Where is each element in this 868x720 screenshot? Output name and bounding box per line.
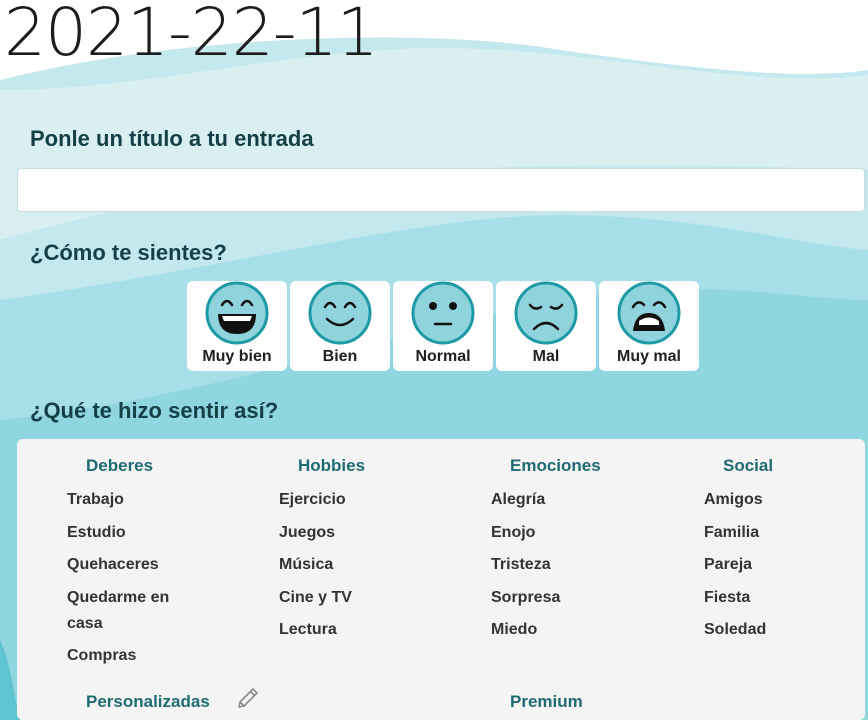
- reason-item[interactable]: Fiesta: [704, 585, 834, 611]
- reason-item[interactable]: Música: [279, 552, 409, 578]
- reason-item[interactable]: Estudio: [67, 520, 197, 546]
- entry-date: 2021-22-11: [4, 0, 379, 71]
- very-sad-face-icon: [617, 281, 681, 345]
- neutral-face-icon: [411, 281, 475, 345]
- reason-item[interactable]: Amigos: [704, 487, 834, 513]
- reason-item[interactable]: Pareja: [704, 552, 834, 578]
- mood-label: Mal: [532, 348, 560, 365]
- reason-item[interactable]: Tristeza: [491, 552, 621, 578]
- category-items: Ejercicio Juegos Música Cine y TV Lectur…: [279, 487, 409, 650]
- mood-very-bad[interactable]: Muy mal: [599, 281, 699, 371]
- title-input[interactable]: [17, 168, 865, 212]
- category-title: Deberes: [86, 456, 154, 475]
- reason-item[interactable]: Juegos: [279, 520, 409, 546]
- reason-item[interactable]: Miedo: [491, 617, 621, 643]
- category-items: Amigos Familia Pareja Fiesta Soledad: [704, 487, 834, 650]
- reason-item[interactable]: Enojo: [491, 520, 621, 546]
- reason-item[interactable]: Trabajo: [67, 487, 197, 513]
- category-items: Trabajo Estudio Quehaceres Quedarme en c…: [67, 487, 197, 676]
- reason-item[interactable]: Quedarme en casa: [67, 585, 197, 637]
- reason-item[interactable]: Lectura: [279, 617, 409, 643]
- mood-normal[interactable]: Normal: [393, 281, 493, 371]
- reason-item[interactable]: Alegría: [491, 487, 621, 513]
- category-title: Social: [723, 456, 774, 475]
- reason-item[interactable]: Familia: [704, 520, 834, 546]
- mood-label: Muy bien: [202, 348, 272, 365]
- smile-face-icon: [308, 281, 372, 345]
- mood-label: Muy mal: [616, 348, 681, 365]
- mood-heading: ¿Cómo te sientes?: [30, 240, 227, 265]
- pencil-icon[interactable]: [235, 685, 261, 711]
- mood-label: Normal: [415, 348, 471, 365]
- mood-very-good[interactable]: Muy bien: [187, 281, 287, 371]
- mood-label: Bien: [322, 348, 358, 365]
- reasons-heading: ¿Qué te hizo sentir así?: [30, 398, 279, 423]
- premium-category-title: Premium: [510, 692, 583, 711]
- category-title: Emociones: [510, 456, 601, 475]
- reason-item[interactable]: Sorpresa: [491, 585, 621, 611]
- mood-selector: Muy bien Bien Normal Mal Muy mal: [187, 281, 699, 371]
- custom-category-title: Personalizadas: [86, 692, 210, 711]
- reason-item[interactable]: Quehaceres: [67, 552, 197, 578]
- reason-item[interactable]: Ejercicio: [279, 487, 409, 513]
- reasons-panel: Deberes Trabajo Estudio Quehaceres Queda…: [17, 439, 865, 720]
- title-heading: Ponle un título a tu entrada: [30, 126, 314, 151]
- mood-bad[interactable]: Mal: [496, 281, 596, 371]
- very-happy-face-icon: [205, 281, 269, 345]
- reason-item[interactable]: Soledad: [704, 617, 834, 643]
- category-items: Alegría Enojo Tristeza Sorpresa Miedo: [491, 487, 621, 650]
- reason-item[interactable]: Compras: [67, 643, 197, 669]
- reason-item[interactable]: Cine y TV: [279, 585, 409, 611]
- mood-good[interactable]: Bien: [290, 281, 390, 371]
- sad-face-icon: [514, 281, 578, 345]
- category-title: Hobbies: [298, 456, 366, 475]
